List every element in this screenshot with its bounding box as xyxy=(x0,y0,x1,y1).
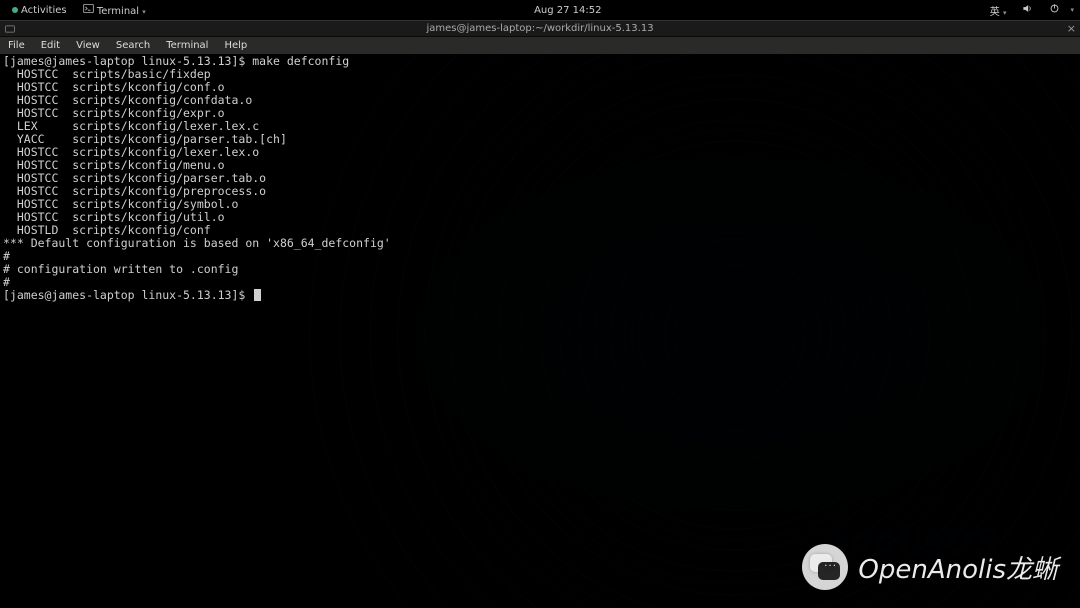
shell-prompt: [james@james-laptop linux-5.13.13]$ xyxy=(3,288,252,302)
watermark: OpenAnolis龙蜥 xyxy=(802,544,1058,590)
input-method-label: 英 xyxy=(990,7,1000,18)
app-menu-label: Terminal xyxy=(97,6,139,17)
terminal-viewport[interactable]: [james@james-laptop linux-5.13.13]$ make… xyxy=(0,54,1080,608)
window-title: james@james-laptop:~/workdir/linux-5.13.… xyxy=(0,23,1080,34)
terminal-window: james@james-laptop:~/workdir/linux-5.13.… xyxy=(0,20,1080,608)
menu-help[interactable]: Help xyxy=(218,40,253,51)
terminal-app-icon xyxy=(83,3,94,14)
app-menu[interactable]: Terminal ▾ xyxy=(77,3,152,17)
power-icon[interactable] xyxy=(1043,3,1066,17)
window-titlebar[interactable]: james@james-laptop:~/workdir/linux-5.13.… xyxy=(0,20,1080,37)
menu-file[interactable]: File xyxy=(2,40,31,51)
input-method[interactable]: 英 ▾ xyxy=(984,3,1013,18)
chevron-down-icon: ▾ xyxy=(1003,9,1007,17)
terminal-menubar: File Edit View Search Terminal Help xyxy=(0,37,1080,54)
gnome-topbar: Activities Terminal ▾ Aug 27 14:52 英 ▾ ▾ xyxy=(0,0,1080,20)
clock[interactable]: Aug 27 14:52 xyxy=(152,5,984,16)
menu-search[interactable]: Search xyxy=(110,40,156,51)
activities-label: Activities xyxy=(21,5,67,16)
chevron-down-icon: ▾ xyxy=(1070,6,1074,14)
terminal-output: HOSTCC scripts/basic/fixdep HOSTCC scrip… xyxy=(3,67,391,289)
volume-icon[interactable] xyxy=(1016,3,1039,17)
cursor-icon xyxy=(254,289,261,301)
close-icon: × xyxy=(1067,22,1076,35)
activities-button[interactable]: Activities xyxy=(6,5,73,16)
menu-edit[interactable]: Edit xyxy=(35,40,66,51)
clock-label: Aug 27 14:52 xyxy=(534,5,601,16)
shell-command: make defconfig xyxy=(252,54,349,68)
menu-terminal[interactable]: Terminal xyxy=(160,40,214,51)
activities-dot-icon xyxy=(12,7,18,13)
shell-prompt: [james@james-laptop linux-5.13.13]$ xyxy=(3,54,252,68)
menu-view[interactable]: View xyxy=(70,40,106,51)
close-button[interactable]: × xyxy=(1067,22,1076,35)
watermark-text: OpenAnolis龙蜥 xyxy=(858,549,1058,586)
wechat-icon xyxy=(802,544,848,590)
chevron-down-icon: ▾ xyxy=(142,8,146,16)
